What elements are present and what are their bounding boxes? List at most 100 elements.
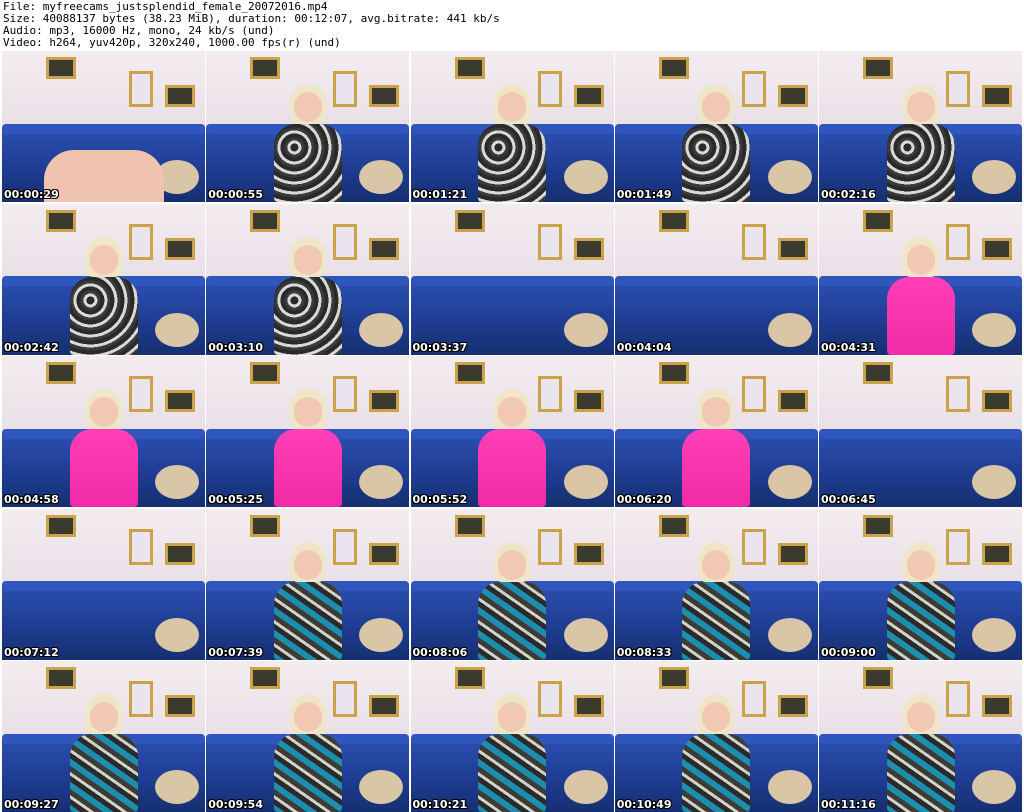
person-face bbox=[293, 92, 322, 122]
wall-picture bbox=[946, 376, 970, 412]
person-dress bbox=[478, 429, 546, 507]
person-figure bbox=[468, 694, 556, 812]
person-dress bbox=[273, 581, 342, 660]
video-thumbnail: 00:05:25 bbox=[206, 356, 410, 507]
video-thumbnail: 00:08:33 bbox=[614, 508, 818, 660]
wall-picture bbox=[165, 390, 195, 412]
video-thumbnail: 00:08:06 bbox=[410, 508, 614, 660]
wall-picture bbox=[658, 667, 689, 689]
wall-picture bbox=[982, 695, 1012, 717]
video-thumbnail: 00:04:31 bbox=[819, 203, 1022, 355]
video-thumbnail: 00:04:58 bbox=[2, 356, 205, 507]
wall-picture bbox=[250, 209, 281, 232]
teddy-bear bbox=[563, 312, 608, 347]
person-figure bbox=[468, 541, 556, 660]
video-thumbnail: 00:02:42 bbox=[2, 203, 205, 355]
person-face bbox=[906, 549, 935, 580]
teddy-bear bbox=[359, 617, 404, 652]
person-figure bbox=[877, 236, 965, 355]
wall-picture bbox=[863, 57, 893, 79]
person-face bbox=[906, 92, 935, 122]
wall-picture bbox=[250, 362, 281, 384]
teddy-bear bbox=[359, 465, 404, 499]
person-figure bbox=[877, 694, 965, 812]
wall-picture bbox=[46, 209, 76, 232]
teddy-bear bbox=[155, 617, 199, 652]
person-dress bbox=[478, 734, 546, 812]
wall-picture bbox=[658, 362, 689, 384]
wall-picture bbox=[454, 667, 485, 689]
wall-picture bbox=[537, 223, 562, 260]
thumbnail-timestamp: 00:05:25 bbox=[208, 493, 263, 506]
person-figure bbox=[672, 389, 760, 507]
wall-picture bbox=[165, 85, 195, 107]
thumbnail-timestamp: 00:02:16 bbox=[821, 188, 876, 201]
person-figure bbox=[877, 84, 965, 202]
teddy-bear bbox=[563, 160, 608, 194]
person-face bbox=[293, 397, 322, 427]
person-legs bbox=[43, 150, 164, 202]
person-figure bbox=[264, 694, 352, 812]
person-figure bbox=[264, 541, 352, 660]
wall-picture bbox=[369, 695, 400, 717]
wall-picture bbox=[863, 514, 893, 537]
wall-picture bbox=[454, 362, 485, 384]
thumbnail-timestamp: 00:09:27 bbox=[4, 798, 59, 811]
wall-picture bbox=[46, 514, 76, 537]
person-figure bbox=[264, 236, 352, 355]
person-figure bbox=[468, 389, 556, 507]
thumbnail-timestamp: 00:00:55 bbox=[208, 188, 263, 201]
person-face bbox=[702, 92, 731, 122]
person-face bbox=[906, 244, 935, 275]
person-dress bbox=[273, 276, 342, 355]
wall-picture bbox=[777, 542, 808, 565]
video-thumbnail: 00:06:20 bbox=[614, 356, 818, 507]
wall-picture bbox=[165, 542, 195, 565]
file-info-header: File: myfreecams_justsplendid_female_200… bbox=[3, 1, 1019, 49]
file-size-line: Size: 40088137 bytes (38.23 MiB), durati… bbox=[3, 13, 500, 25]
person-figure bbox=[468, 84, 556, 202]
wall-picture bbox=[573, 390, 604, 412]
thumbnail-timestamp: 00:06:45 bbox=[821, 493, 876, 506]
person-figure bbox=[877, 541, 965, 660]
teddy-bear bbox=[972, 770, 1016, 804]
video-thumbnail: 00:11:16 bbox=[819, 661, 1022, 812]
person-dress bbox=[682, 124, 751, 202]
wall-picture bbox=[454, 514, 485, 537]
video-info-line: Video: h264, yuv420p, 320x240, 1000.00 f… bbox=[3, 37, 341, 49]
wall-picture bbox=[777, 695, 808, 717]
wall-picture bbox=[369, 85, 400, 107]
person-dress bbox=[69, 734, 138, 812]
video-thumbnail: 00:09:00 bbox=[819, 508, 1022, 660]
video-thumbnail: 00:01:21 bbox=[410, 51, 614, 202]
wall-picture bbox=[658, 209, 689, 232]
video-thumbnail: 00:03:10 bbox=[206, 203, 410, 355]
wall-picture bbox=[658, 57, 689, 79]
wall-picture bbox=[46, 362, 76, 384]
wall-picture bbox=[454, 57, 485, 79]
wall-picture bbox=[46, 667, 76, 689]
thumbnail-timestamp: 00:07:39 bbox=[208, 645, 263, 659]
wall-picture bbox=[165, 237, 195, 260]
wall-picture bbox=[777, 390, 808, 412]
teddy-bear bbox=[359, 312, 404, 347]
wall-picture bbox=[250, 514, 281, 537]
person-figure bbox=[672, 84, 760, 202]
video-thumbnail: 00:00:55 bbox=[206, 51, 410, 202]
wall-picture bbox=[369, 390, 400, 412]
thumbnail-timestamp: 00:01:49 bbox=[616, 188, 672, 201]
teddy-bear bbox=[155, 312, 199, 347]
person-figure bbox=[60, 389, 148, 507]
teddy-bear bbox=[359, 770, 404, 804]
thumbnail-timestamp: 00:04:31 bbox=[821, 340, 876, 354]
wall-picture bbox=[573, 85, 604, 107]
person-face bbox=[498, 549, 526, 580]
person-dress bbox=[273, 734, 342, 812]
video-thumbnail: 00:05:52 bbox=[410, 356, 614, 507]
thumbnail-timestamp: 00:02:42 bbox=[4, 340, 59, 354]
wall-picture bbox=[982, 542, 1012, 565]
wall-picture bbox=[777, 85, 808, 107]
person-face bbox=[293, 244, 322, 275]
person-face bbox=[702, 702, 731, 732]
thumbnail-grid: 00:00:29 00:00:55 00:01:21 00:01:49 00:02:16… bbox=[0, 50, 1024, 812]
